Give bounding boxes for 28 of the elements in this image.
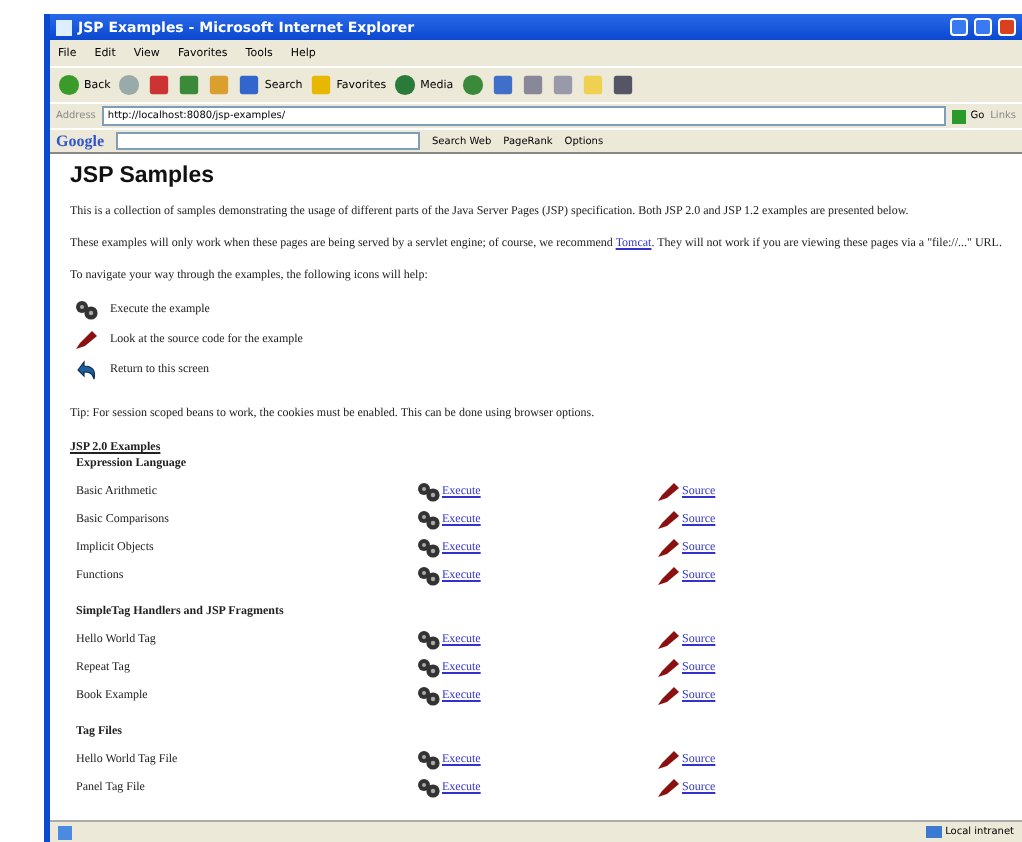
app-icon <box>56 19 72 35</box>
pen-icon <box>656 538 680 559</box>
gears-icon <box>416 630 440 651</box>
gears-icon <box>416 686 440 707</box>
google-logo[interactable]: Google <box>56 132 104 150</box>
gears-icon <box>74 300 98 321</box>
gears-icon <box>416 750 440 771</box>
gears-icon <box>416 658 440 679</box>
gears-icon <box>416 538 440 559</box>
gears-icon <box>416 510 440 531</box>
close-button[interactable] <box>998 18 1016 36</box>
gears-icon <box>416 482 440 503</box>
return-arrow-icon <box>74 360 98 381</box>
pen-icon <box>656 566 680 587</box>
pen-icon <box>656 686 680 707</box>
pen-icon <box>656 778 680 799</box>
pen-icon <box>656 750 680 771</box>
minimize-button[interactable] <box>950 18 968 36</box>
pen-icon <box>656 482 680 503</box>
pen-icon <box>656 630 680 651</box>
maximize-button[interactable] <box>974 18 992 36</box>
pen-icon <box>656 510 680 531</box>
gears-icon <box>416 566 440 587</box>
gears-icon <box>416 778 440 799</box>
pen-icon <box>656 658 680 679</box>
pen-icon <box>74 330 98 351</box>
google-search-field[interactable] <box>116 132 420 150</box>
page-heading: JSP Samples <box>70 164 217 188</box>
